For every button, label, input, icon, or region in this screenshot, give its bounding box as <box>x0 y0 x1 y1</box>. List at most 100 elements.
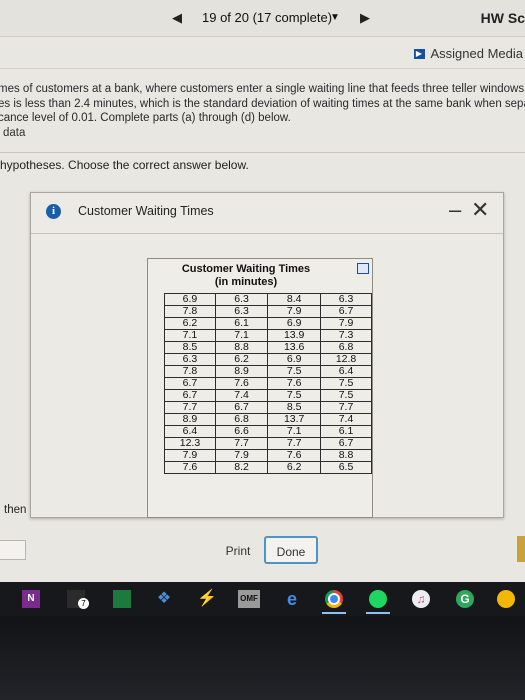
table-cell: 7.9 <box>214 449 269 462</box>
table-row: 6.3 6.2 6.9 12.8 <box>164 353 372 366</box>
app-icon[interactable] <box>497 590 515 608</box>
table-cell: 8.8 <box>320 449 372 462</box>
next-question-icon[interactable]: ▶ <box>360 10 370 26</box>
edge-icon[interactable]: e <box>283 590 301 608</box>
table-cell: 8.4 <box>267 293 322 306</box>
info-icon: i <box>46 204 61 219</box>
problem-line: mes of customers at a bank, where custom… <box>0 83 525 95</box>
media-bar: ▶ Assigned Media <box>0 40 525 69</box>
table-cell: 6.1 <box>214 317 269 330</box>
table-cell: 7.9 <box>320 317 372 330</box>
problem-line: es is less than 2.4 minutes, which is th… <box>0 97 525 110</box>
dialog-header: i Customer Waiting Times – ✕ <box>31 193 503 234</box>
table-cell: 6.9 <box>267 353 322 366</box>
table-row: 7.8 8.9 7.5 6.4 <box>164 365 372 378</box>
table-cell: 8.2 <box>214 461 269 474</box>
table-cell: 7.9 <box>164 449 216 462</box>
table-cell: 7.1 <box>164 329 216 342</box>
table-cell: 7.1 <box>267 425 322 438</box>
table-row: 7.8 6.3 7.9 6.7 <box>164 305 372 318</box>
mail-icon[interactable]: 7 <box>67 590 89 609</box>
close-icon[interactable]: ✕ <box>471 197 489 223</box>
question-prompt: hypotheses. Choose the correct answer be… <box>0 158 249 172</box>
table-cell: 7.7 <box>267 437 322 450</box>
itunes-icon[interactable]: ♫ <box>412 590 430 608</box>
table-cell: 7.6 <box>267 449 322 462</box>
homework-title: HW Sc <box>480 10 525 26</box>
table-title-line: Customer Waiting Times <box>181 263 311 275</box>
problem-statement: mes of customers at a bank, where custom… <box>0 82 525 140</box>
table-cell: 7.7 <box>320 401 372 414</box>
answer-input[interactable] <box>0 540 26 560</box>
table-cell: 7.7 <box>214 437 269 450</box>
dropbox-icon[interactable]: ❖ <box>155 590 173 608</box>
table-row: 6.7 7.4 7.5 7.5 <box>164 389 372 402</box>
table-cell: 7.5 <box>320 377 372 390</box>
table-row: 6.4 6.6 7.1 6.1 <box>164 425 372 438</box>
table-cell: 6.7 <box>214 401 269 414</box>
done-button[interactable]: Done <box>264 536 318 564</box>
question-progress-status[interactable]: 19 of 20 (17 complete) <box>202 10 332 25</box>
data-table-panel: Customer Waiting Times (in minutes) 6.9 6… <box>147 258 373 518</box>
table-cell: 8.9 <box>164 413 216 426</box>
table-cell: 8.5 <box>267 401 322 414</box>
chevron-down-icon[interactable]: ▼ <box>330 12 340 23</box>
table-cell: 7.5 <box>267 365 322 378</box>
print-button[interactable]: Print <box>216 540 260 562</box>
table-row: 7.1 7.1 13.9 7.3 <box>164 329 372 342</box>
divider <box>0 152 525 153</box>
table-cell: 6.3 <box>164 353 216 366</box>
copy-data-icon[interactable] <box>357 263 369 274</box>
table-cell: 7.6 <box>214 377 269 390</box>
side-tab[interactable] <box>517 536 525 562</box>
table-cell: 6.5 <box>320 461 372 474</box>
sheets-icon[interactable] <box>113 590 131 608</box>
table-row: 6.2 6.1 6.9 7.9 <box>164 317 372 330</box>
table-row: 7.6 8.2 6.2 6.5 <box>164 461 372 474</box>
table-cell: 6.2 <box>164 317 216 330</box>
table-cell: 6.3 <box>214 305 269 318</box>
chrome-icon[interactable] <box>325 590 343 608</box>
table-row: 7.9 7.9 7.6 8.8 <box>164 449 372 462</box>
waiting-times-table: 6.9 6.3 8.4 6.3 7.8 6.3 7.9 6.7 6.2 6.1 6.9 7.9 7.1 7… <box>164 293 372 474</box>
assigned-media-label: Assigned Media <box>430 46 524 61</box>
mail-badge: 7 <box>78 598 89 609</box>
table-cell: 6.4 <box>164 425 216 438</box>
table-cell: 6.3 <box>320 293 372 306</box>
table-row: 8.9 6.8 13.7 7.4 <box>164 413 372 426</box>
previous-question-icon[interactable]: ◀ <box>172 10 182 26</box>
table-cell: 8.5 <box>164 341 216 354</box>
table-cell: 6.2 <box>214 353 269 366</box>
table-cell: 13.7 <box>267 413 322 426</box>
omf-icon[interactable]: OMF <box>238 590 260 608</box>
minimize-icon[interactable]: – <box>449 197 461 223</box>
table-row: 6.9 6.3 8.4 6.3 <box>164 293 372 306</box>
table-cell: 6.4 <box>320 365 372 378</box>
table-cell: 6.8 <box>320 341 372 354</box>
table-cell: 7.8 <box>164 365 216 378</box>
media-icon: ▶ <box>413 48 425 59</box>
table-cell: 7.9 <box>267 305 322 318</box>
assigned-media-button[interactable]: ▶ Assigned Media <box>413 46 524 61</box>
table-row: 6.7 7.6 7.6 7.5 <box>164 377 372 390</box>
table-cell: 7.6 <box>267 377 322 390</box>
table-cell: 7.3 <box>320 329 372 342</box>
table-cell: 6.3 <box>214 293 269 306</box>
g-app-icon[interactable]: G <box>456 590 474 608</box>
table-row: 7.7 6.7 8.5 7.7 <box>164 401 372 414</box>
table-cell: 6.9 <box>267 317 322 330</box>
table-row: 8.5 8.8 13.6 6.8 <box>164 341 372 354</box>
table-cell: 7.4 <box>214 389 269 402</box>
table-cell: 7.5 <box>320 389 372 402</box>
spotify-icon[interactable] <box>369 590 387 608</box>
onenote-icon[interactable]: N <box>22 590 40 608</box>
table-cell: 8.9 <box>214 365 269 378</box>
problem-line: cance level of 0.01. Complete parts (a) … <box>0 112 291 124</box>
table-cell: 6.1 <box>320 425 372 438</box>
table-cell: 12.3 <box>164 437 216 450</box>
data-link[interactable]: data <box>0 126 525 141</box>
table-cell: 7.7 <box>164 401 216 414</box>
table-cell: 6.8 <box>214 413 269 426</box>
table-cell: 6.7 <box>320 437 372 450</box>
messenger-icon[interactable]: ⚡ <box>197 590 217 608</box>
